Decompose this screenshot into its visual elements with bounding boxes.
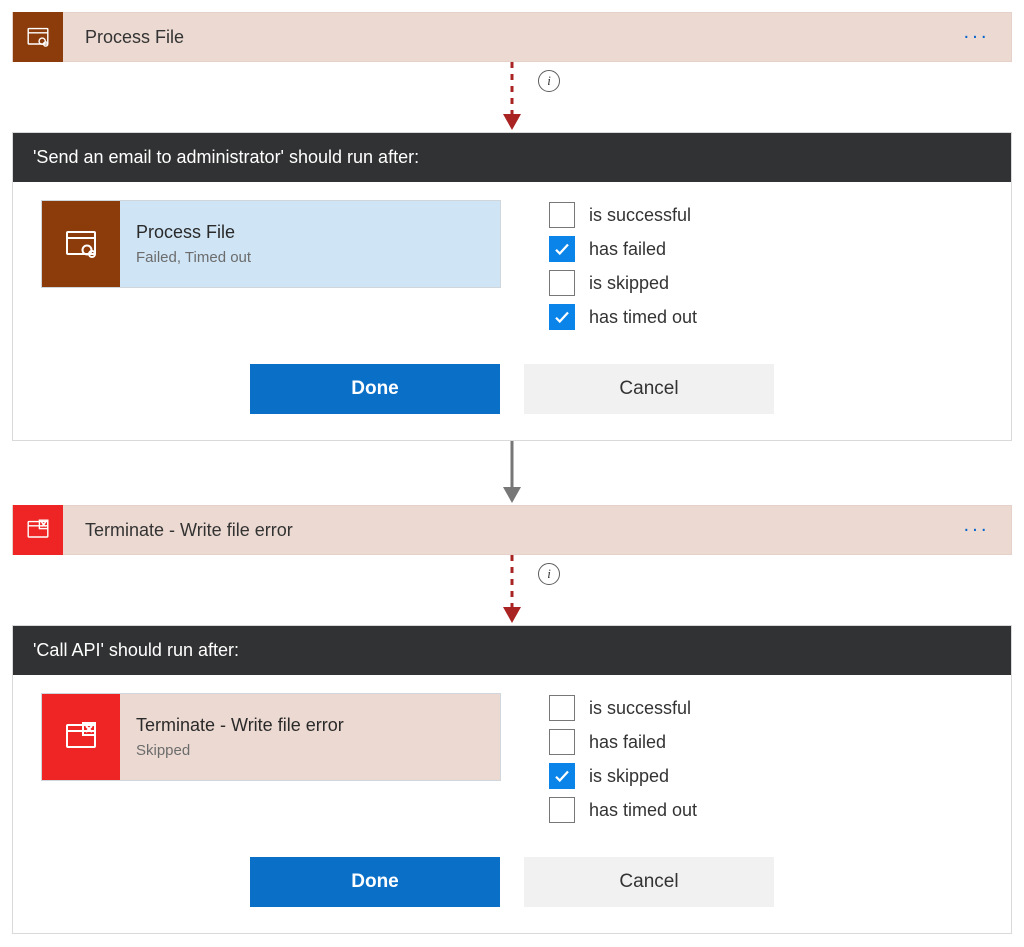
action-title: Process File (63, 27, 1011, 48)
checkbox-has-failed[interactable] (549, 729, 575, 755)
run-after-checkboxes: is successful has failed is skipped has … (549, 200, 697, 330)
checkbox-has-timed-out[interactable] (549, 304, 575, 330)
connector-default (12, 441, 1012, 505)
checkbox-label: has failed (589, 732, 666, 753)
cancel-button[interactable]: Cancel (524, 857, 774, 907)
panel-header: 'Call API' should run after: (13, 626, 1011, 675)
dependency-status: Skipped (136, 742, 484, 759)
run-after-panel-1: 'Send an email to administrator' should … (12, 132, 1012, 441)
action-title: Terminate - Write file error (63, 520, 1011, 541)
checkbox-is-skipped[interactable] (549, 763, 575, 789)
terminate-icon (13, 505, 63, 555)
checkbox-label: is successful (589, 205, 691, 226)
checkbox-label: is skipped (589, 766, 669, 787)
info-icon[interactable]: i (538, 70, 560, 92)
checkbox-has-timed-out[interactable] (549, 797, 575, 823)
checkbox-label: has timed out (589, 307, 697, 328)
more-menu-button[interactable]: ··· (963, 519, 989, 542)
checkbox-is-successful[interactable] (549, 202, 575, 228)
checkbox-label: is successful (589, 698, 691, 719)
connector-run-after: i (12, 555, 1012, 625)
cancel-button[interactable]: Cancel (524, 364, 774, 414)
dependency-title: Terminate - Write file error (136, 715, 484, 736)
checkbox-label: is skipped (589, 273, 669, 294)
info-icon[interactable]: i (538, 563, 560, 585)
dependency-title: Process File (136, 222, 484, 243)
action-terminate[interactable]: Terminate - Write file error ··· (12, 505, 1012, 555)
run-after-panel-2: 'Call API' should run after: Terminate -… (12, 625, 1012, 934)
connector-run-after: i (12, 62, 1012, 132)
more-menu-button[interactable]: ··· (963, 26, 989, 49)
action-process-file[interactable]: Process File ··· (12, 12, 1012, 62)
dependency-card[interactable]: Process File Failed, Timed out (41, 200, 501, 288)
done-button[interactable]: Done (250, 857, 500, 907)
checkbox-is-successful[interactable] (549, 695, 575, 721)
run-after-checkboxes: is successful has failed is skipped has … (549, 693, 697, 823)
dependency-status: Failed, Timed out (136, 249, 484, 266)
checkbox-is-skipped[interactable] (549, 270, 575, 296)
scope-icon (13, 12, 63, 62)
terminate-icon (42, 694, 120, 780)
checkbox-label: has timed out (589, 800, 697, 821)
checkbox-has-failed[interactable] (549, 236, 575, 262)
scope-icon (42, 201, 120, 287)
done-button[interactable]: Done (250, 364, 500, 414)
dependency-card[interactable]: Terminate - Write file error Skipped (41, 693, 501, 781)
checkbox-label: has failed (589, 239, 666, 260)
panel-header: 'Send an email to administrator' should … (13, 133, 1011, 182)
